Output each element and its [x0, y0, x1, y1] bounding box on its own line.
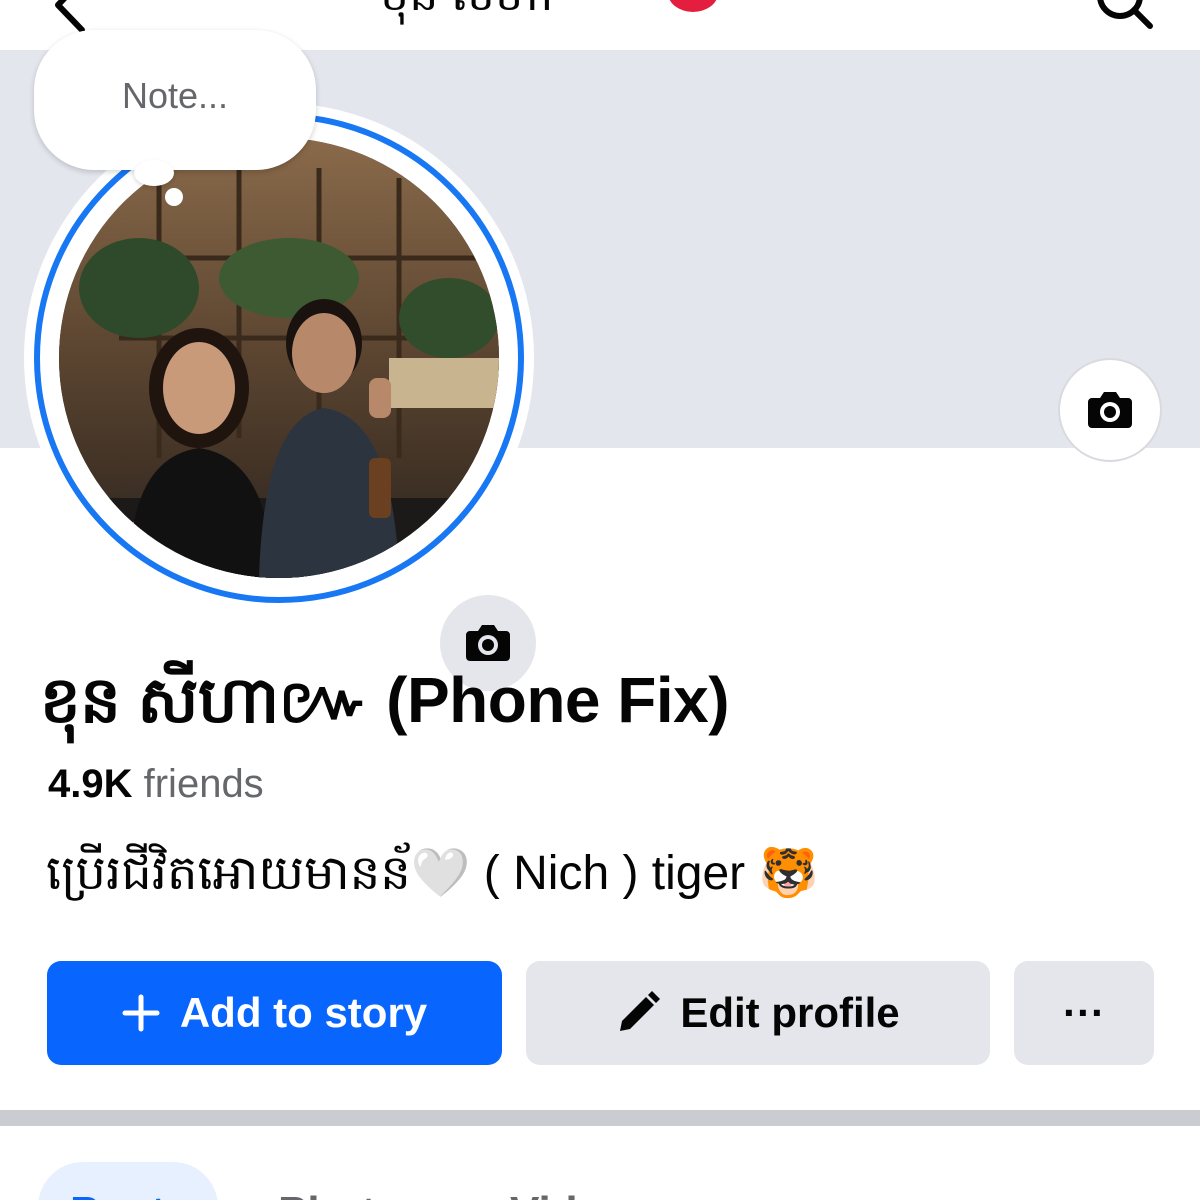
add-to-story-button[interactable]: Add to story: [47, 961, 502, 1065]
note-placeholder: Note...: [121, 75, 229, 116]
note-bubble-tail: [134, 160, 174, 186]
tab-photos[interactable]: Photos: [278, 1188, 427, 1200]
pencil-icon: [616, 991, 661, 1035]
tab-posts[interactable]: Posts: [70, 1188, 190, 1200]
profile-bio: ប្រើរជីវិតអោយមានន័🤍 ( Nich ) tiger 🐯: [46, 847, 819, 900]
friends-number: 4.9K: [48, 762, 133, 806]
search-icon[interactable]: [1094, 0, 1154, 35]
more-options-button[interactable]: ···: [1014, 961, 1154, 1065]
friends-count[interactable]: 4.9K friends: [48, 762, 264, 807]
edit-profile-button[interactable]: Edit profile: [526, 961, 990, 1065]
section-divider: [0, 1110, 1200, 1126]
profile-name: ខុន សីហា៚ (Phone Fix): [40, 664, 730, 736]
add-to-story-label: Add to story: [179, 989, 428, 1036]
plus-icon: [122, 994, 160, 1032]
more-dots-icon: ···: [1063, 989, 1105, 1036]
edit-profile-label: Edit profile: [680, 989, 900, 1036]
friends-label: friends: [143, 762, 264, 806]
profile-tabs: Posts Photos Videos: [0, 1126, 1200, 1200]
edit-cover-camera-icon[interactable]: [1060, 360, 1160, 460]
notification-badge: [668, 0, 718, 12]
profile-avatar[interactable]: [24, 103, 540, 695]
tab-videos[interactable]: Videos: [510, 1188, 653, 1200]
profile-photo[interactable]: [59, 138, 499, 578]
header-title: ខុន សីហា: [380, 0, 553, 33]
note-bubble[interactable]: Note...: [34, 30, 316, 170]
note-bubble-tail-dot: [165, 188, 183, 206]
